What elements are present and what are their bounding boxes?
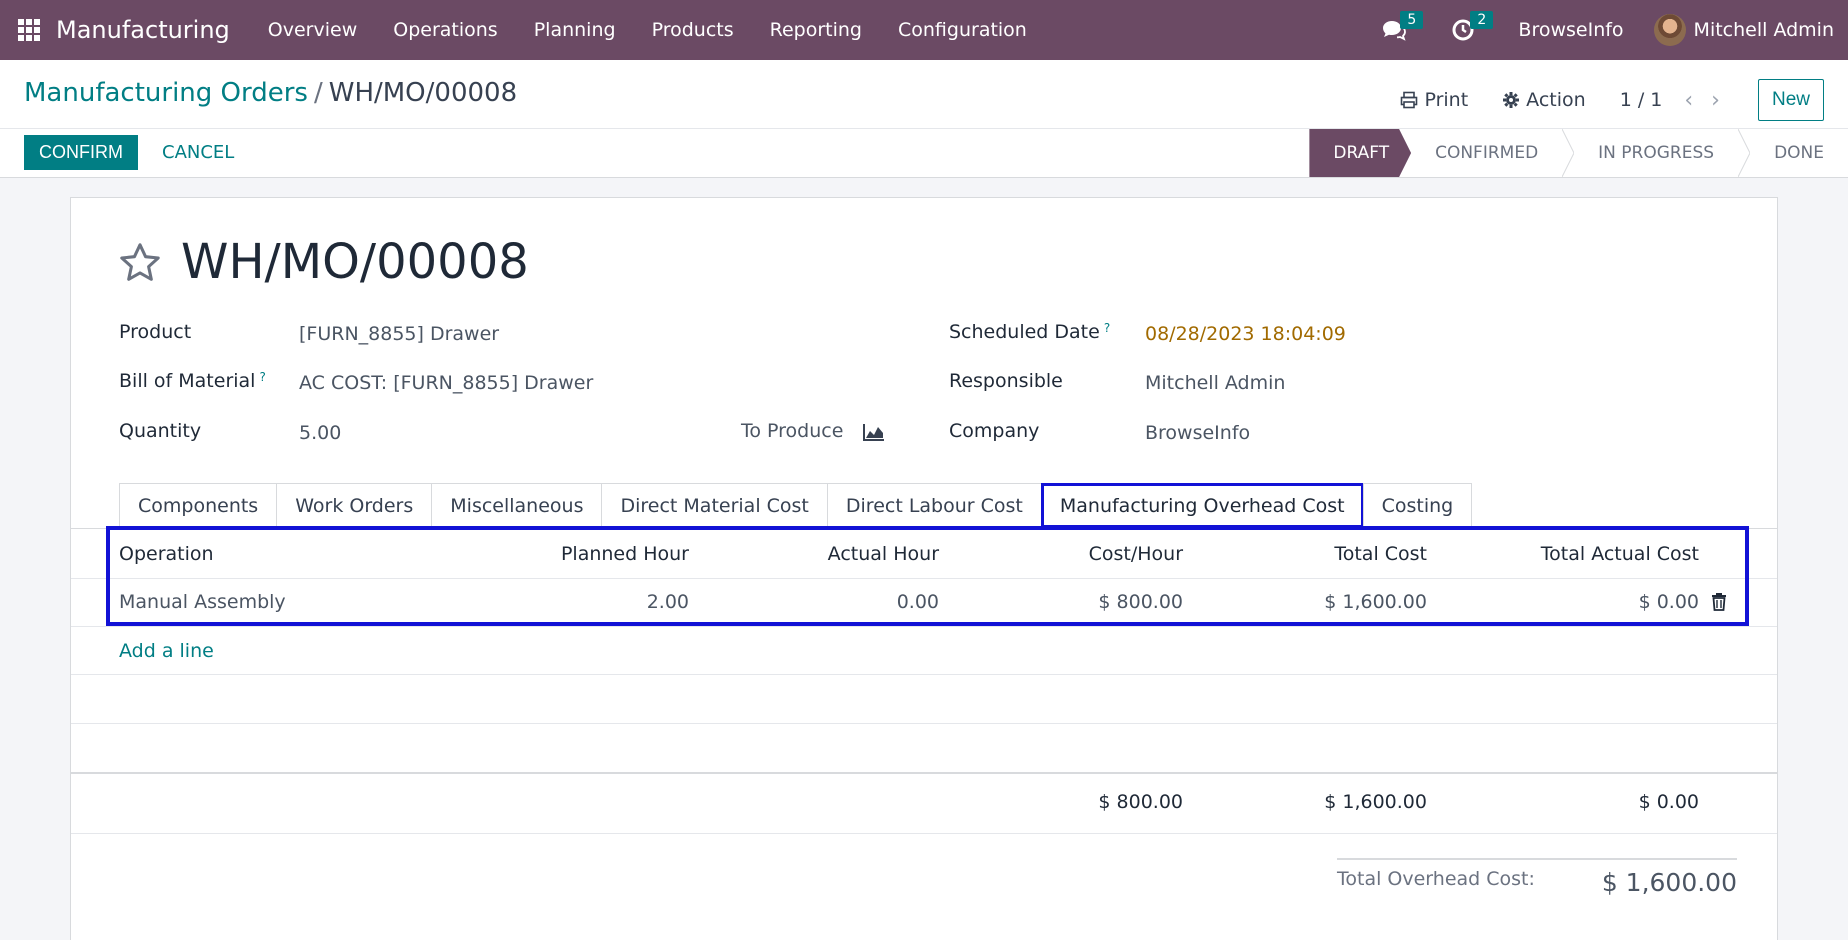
form-sheet: WH/MO/00008 Product [FURN_8855] Drawer B… <box>70 197 1778 940</box>
menu-reporting[interactable]: Reporting <box>752 19 880 41</box>
new-button[interactable]: New <box>1757 79 1824 121</box>
user-menu[interactable]: Mitchell Admin <box>1694 19 1834 41</box>
status-bar: DRAFT CONFIRMED IN PROGRESS DONE <box>1309 129 1848 177</box>
highlight-box <box>106 526 1749 626</box>
pager-previous-icon[interactable]: ‹ <box>1684 88 1693 113</box>
forecast-chart-icon[interactable] <box>863 423 885 441</box>
stage-confirmed[interactable]: CONFIRMED <box>1411 129 1562 177</box>
to-produce-label: To Produce <box>741 420 844 442</box>
scheduled-date-label-text: Scheduled Date <box>949 321 1100 343</box>
bom-field[interactable]: AC COST: [FURN_8855] Drawer <box>299 372 593 394</box>
tab-miscellaneous[interactable]: Miscellaneous <box>431 483 603 528</box>
responsible-field[interactable]: Mitchell Admin <box>1145 372 1285 394</box>
pager-next-icon[interactable]: › <box>1711 88 1720 113</box>
breadcrumb-separator: / <box>313 78 323 108</box>
responsible-label: Responsible <box>949 370 1063 392</box>
bom-label-text: Bill of Material <box>119 370 256 392</box>
app-grid-icon[interactable] <box>18 19 40 41</box>
user-avatar[interactable] <box>1653 14 1686 46</box>
tab-work-orders[interactable]: Work Orders <box>276 483 433 528</box>
product-label: Product <box>119 321 192 343</box>
action-label: Action <box>1526 89 1586 111</box>
stage-chevron-icon <box>1738 129 1751 177</box>
menu-configuration[interactable]: Configuration <box>880 19 1045 41</box>
menu-planning[interactable]: Planning <box>516 19 634 41</box>
stage-in-progress[interactable]: IN PROGRESS <box>1574 129 1738 177</box>
print-button[interactable]: Print <box>1400 89 1468 111</box>
scheduled-date-label: Scheduled Date? <box>949 321 1110 343</box>
menu-overview[interactable]: Overview <box>250 19 375 41</box>
messages-count-badge: 5 <box>1400 11 1424 29</box>
breadcrumb-current: WH/MO/00008 <box>328 78 518 108</box>
star-icon[interactable] <box>117 240 163 286</box>
stage-chevron-icon <box>1562 129 1575 177</box>
print-label: Print <box>1424 89 1469 111</box>
table-row-divider <box>71 723 1777 724</box>
record-title: WH/MO/00008 <box>181 234 529 290</box>
quantity-field[interactable]: 5.00 <box>299 422 341 444</box>
quantity-label: Quantity <box>119 420 202 442</box>
top-navbar: Manufacturing Overview Operations Planni… <box>0 0 1848 60</box>
tab-manufacturing-overhead-cost[interactable]: Manufacturing Overhead Cost <box>1040 483 1364 528</box>
navbar-systray: 5 2 BrowseInfo Mitchell Admin <box>1378 0 1848 60</box>
menu-products[interactable]: Products <box>634 19 752 41</box>
table-row-divider <box>71 626 1777 627</box>
company-label: Company <box>949 420 1040 442</box>
breadcrumb: Manufacturing Orders / WH/MO/00008 <box>24 78 517 108</box>
total-overhead-value: $ 1,600.00 <box>1601 868 1737 897</box>
breadcrumb-manufacturing-orders[interactable]: Manufacturing Orders <box>24 78 308 108</box>
control-actions: Print Action 1 / 1 ‹ › New <box>1400 79 1824 121</box>
add-line-link[interactable]: Add a line <box>119 640 214 662</box>
help-icon[interactable]: ? <box>259 370 265 384</box>
footer-cost-hour-sum: $ 800.00 <box>1098 791 1183 813</box>
tab-direct-labour-cost[interactable]: Direct Labour Cost <box>826 483 1042 528</box>
printer-icon <box>1401 91 1418 109</box>
action-button[interactable]: Action <box>1502 89 1586 111</box>
stage-done[interactable]: DONE <box>1750 129 1848 177</box>
main-menu: Overview Operations Planning Products Re… <box>250 19 1045 41</box>
product-field[interactable]: [FURN_8855] Drawer <box>299 323 499 345</box>
company-field[interactable]: BrowseInfo <box>1145 422 1250 444</box>
help-icon[interactable]: ? <box>1104 321 1110 335</box>
gear-icon <box>1503 92 1520 108</box>
pager-value[interactable]: 1 / 1 <box>1620 89 1663 111</box>
footer-total-cost-sum: $ 1,600.00 <box>1324 791 1427 813</box>
stage-draft[interactable]: DRAFT <box>1309 129 1411 177</box>
footer-total-actual-sum: $ 0.00 <box>1638 791 1699 813</box>
activities-count-badge: 2 <box>1470 11 1494 29</box>
confirm-button[interactable]: CONFIRM <box>24 135 138 170</box>
total-overhead-label: Total Overhead Cost: <box>1337 868 1535 890</box>
menu-operations[interactable]: Operations <box>375 19 515 41</box>
messages-button[interactable]: 5 <box>1378 11 1424 45</box>
scheduled-date-field[interactable]: 08/28/2023 18:04:09 <box>1145 323 1346 345</box>
tab-direct-material-cost[interactable]: Direct Material Cost <box>601 483 828 528</box>
table-row-divider <box>71 674 1777 675</box>
activities-button[interactable]: 2 <box>1448 11 1494 45</box>
totals-divider <box>1337 858 1737 860</box>
cancel-button[interactable]: CANCEL <box>162 142 234 163</box>
notebook-tabs: Components Work Orders Miscellaneous Dir… <box>119 483 1473 528</box>
tab-components[interactable]: Components <box>119 483 278 528</box>
control-panel: Manufacturing Orders/WH/MO/00008 Print <box>0 60 1848 178</box>
company-switcher[interactable]: BrowseInfo <box>1518 19 1623 41</box>
bom-label: Bill of Material? <box>119 370 266 392</box>
tab-costing[interactable]: Costing <box>1362 483 1473 528</box>
app-name[interactable]: Manufacturing <box>56 16 230 44</box>
